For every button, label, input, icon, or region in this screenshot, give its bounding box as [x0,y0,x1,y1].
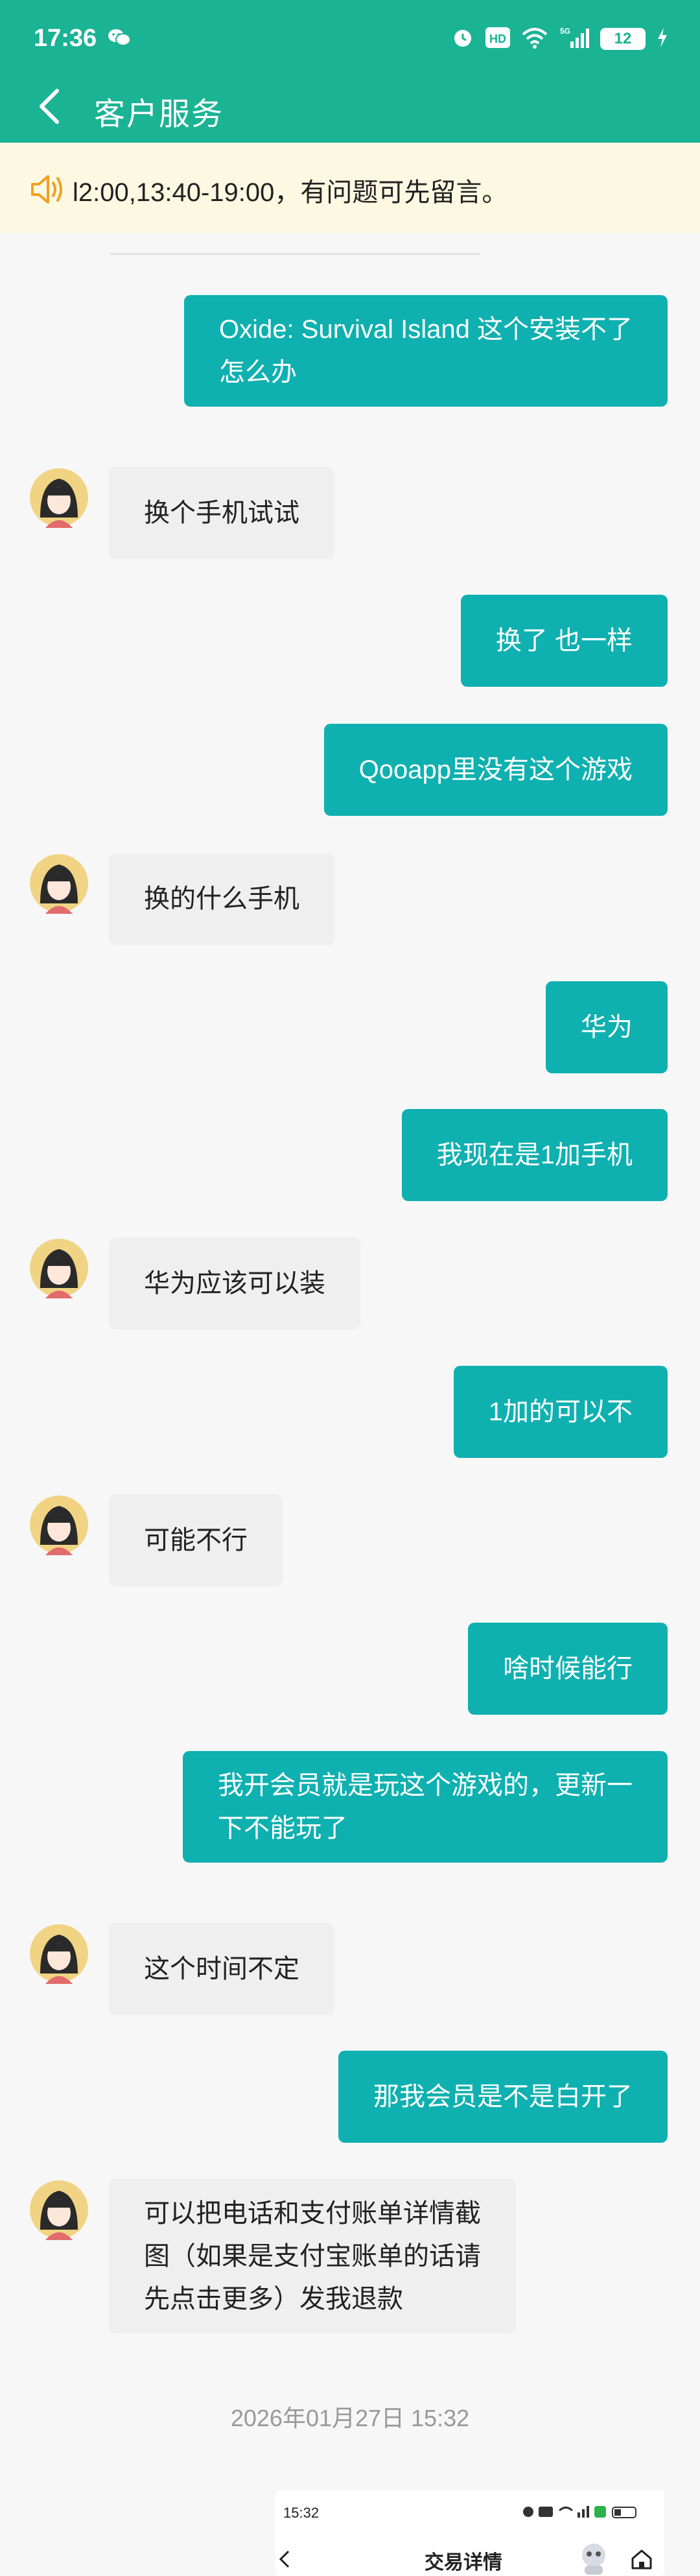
agent-message-bubble[interactable]: 换个手机试试 [109,467,334,559]
agent-message-bubble[interactable]: 可能不行 [109,1494,283,1586]
status-bar: 17:36 HD 5G 12 [0,0,700,79]
cellular-signal-icon: 5G [559,26,590,53]
message-text-line: 可以把电话和支付账单详情截 [144,2199,481,2228]
message-text-line: 先点击更多）发我退款 [144,2285,403,2313]
page-title: 客户服务 [94,97,224,132]
agent-avatar[interactable] [29,1923,89,1984]
agent-avatar[interactable] [29,853,89,914]
wechat-icon [107,27,132,51]
message-text-line: 我开会员就是玩这个游戏的，更新一 [218,1771,633,1800]
svg-text:HD: HD [489,32,506,45]
message-text-line: 这个时间不定 [144,1955,299,1983]
agent-avatar[interactable] [29,2179,89,2240]
divider [110,253,480,255]
speaker-icon [30,173,66,209]
agent-avatar[interactable] [29,467,89,528]
my-message-bubble[interactable]: 我现在是1加手机 [401,1109,668,1201]
top-bar: 17:36 HD 5G 12 客户服务 [0,0,700,143]
my-message-bubble[interactable]: 换了 也一样 [460,595,668,687]
message-text-line: 1加的可以不 [488,1398,633,1426]
network-type-label: 5G [560,27,570,36]
message-text-line: 换的什么手机 [144,885,299,913]
message-text-line: 图（如果是支付宝账单的话请 [144,2242,481,2271]
message-text-line: 换个手机试试 [144,499,299,527]
screenshot-time: 15:32 [283,2505,320,2521]
message-text-line: 换了 也一样 [495,626,633,655]
alarm-icon [451,26,474,53]
message-text-line: 啥时候能行 [503,1654,633,1683]
status-icons: HD 5G 12 [451,25,669,53]
message-text-line: 我现在是1加手机 [436,1141,633,1169]
message-text-line: 那我会员是不是白开了 [373,2082,633,2111]
agent-message-bubble[interactable]: 可以把电话和支付账单详情截 图（如果是支付宝账单的话请 先点击更多）发我退款 [109,2179,516,2333]
message-text-line: Oxide: Survival Island 这个安装不了 [219,315,633,344]
message-text-line: 华为 [581,1013,633,1042]
battery-level: 12 [600,28,646,50]
agent-avatar[interactable] [29,1494,89,1555]
my-message-bubble[interactable]: Qooapp里没有这个游戏 [323,724,668,816]
screenshot-title: 交易详情 [425,2552,502,2573]
my-message-bubble[interactable]: 1加的可以不 [453,1366,668,1458]
service-hours-notice: l2:00,13:40-19:00，有问题可先留言。 [0,143,700,233]
navigation-bar: 客户服务 [0,71,700,143]
wifi-icon [521,27,548,52]
my-message-bubble[interactable]: 我开会员就是玩这个游戏的，更新一 下不能玩了 [183,1751,668,1863]
message-text-line: 下不能玩了 [218,1814,347,1843]
shared-screenshot-image[interactable]: 15:32 交易详情 [275,2490,664,2576]
robot-icon [577,2541,611,2576]
my-message-bubble[interactable]: 啥时候能行 [468,1623,668,1715]
agent-message-bubble[interactable]: 这个时间不定 [109,1923,334,2015]
home-icon [629,2547,655,2574]
screenshot-status-icons [522,2503,658,2524]
agent-message-bubble[interactable]: 华为应该可以装 [109,1237,360,1330]
hd-icon: HD [485,27,511,52]
message-timestamp: 2026年01月27日 15:32 [230,2405,470,2431]
agent-message-bubble[interactable]: 换的什么手机 [109,853,334,945]
my-message-bubble[interactable]: 华为 [546,981,668,1073]
message-text-line: Qooapp里没有这个游戏 [358,756,633,784]
my-message-bubble[interactable]: 那我会员是不是白开了 [338,2051,668,2143]
charging-icon [656,27,669,52]
back-arrow-icon[interactable] [31,83,70,128]
my-message-bubble[interactable]: Oxide: Survival Island 这个安装不了 怎么办 [184,295,668,407]
notice-text: l2:00,13:40-19:00，有问题可先留言。 [73,178,508,207]
screenshot-back-icon [275,2547,295,2574]
agent-avatar[interactable] [29,1237,89,1298]
message-text-line: 怎么办 [219,358,298,387]
message-text-line: 可能不行 [144,1526,248,1555]
message-text-line: 华为应该可以装 [144,1269,325,1298]
status-time: 17:36 [34,25,97,52]
